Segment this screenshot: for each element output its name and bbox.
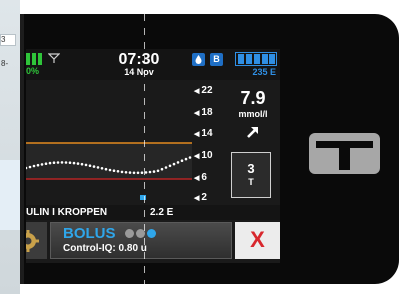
graph-range-value: 3 — [247, 161, 255, 176]
cgm-reading-dot — [44, 162, 48, 165]
cgm-reading-dot — [140, 171, 144, 174]
cgm-reading-dot — [40, 163, 44, 166]
background-chip: 8- — [1, 59, 9, 68]
cgm-reading-dot — [116, 170, 120, 173]
logo-stem — [339, 148, 350, 170]
cgm-reading-dot — [68, 161, 72, 164]
cgm-reading-dot — [144, 171, 148, 174]
y-tick: ◀ 2 — [194, 192, 207, 203]
cgm-reading-dot — [136, 171, 140, 175]
cgm-reading-dot — [108, 168, 112, 172]
cgm-reading-dot — [60, 161, 64, 164]
iob-value: 2.2 E — [150, 207, 174, 218]
cgm-reading-dot — [148, 170, 152, 174]
glucose-value: 7.9 — [240, 88, 266, 108]
y-tick: ◀ 14 — [194, 128, 213, 139]
cgm-reading-dot — [164, 166, 168, 169]
cgm-reading-dot — [76, 162, 80, 165]
cgm-reading-dot — [28, 165, 32, 169]
iob-label: ULIN I KROPPEN — [26, 207, 108, 218]
cgm-reading-dot — [100, 167, 104, 170]
insulin-reservoir-icon — [235, 52, 277, 66]
signal-icon — [48, 53, 60, 63]
cgm-reading-dot — [188, 156, 192, 159]
cgm-reading-dot — [84, 163, 88, 167]
y-tick: ◀ 18 — [194, 107, 213, 118]
trend-arrow-icon — [247, 127, 258, 138]
graph-range-button[interactable]: 3 T — [231, 152, 271, 198]
clock-time: 07:30 — [118, 51, 160, 68]
logo-bar — [316, 141, 373, 148]
cgm-reading-dot — [128, 171, 132, 174]
cgm-graph-plot — [26, 142, 192, 200]
pump-battery-percent: 0% — [26, 66, 40, 76]
status-bar: 0% 07:30 14 Nov B 235 E — [26, 49, 280, 80]
cgm-reading-dot — [184, 157, 188, 161]
gear-icon — [26, 230, 39, 252]
y-tick: ◀ 6 — [194, 172, 207, 183]
b-badge-icon: B — [210, 53, 223, 66]
cgm-reading-dot — [124, 171, 128, 174]
cgm-reading-dot — [112, 169, 116, 172]
graph-range-unit: T — [248, 177, 254, 187]
cgm-reading-dot — [56, 161, 60, 164]
y-tick: ◀ 22 — [194, 85, 213, 96]
cgm-reading-dot — [80, 162, 84, 166]
cgm-reading-dot — [32, 164, 36, 168]
glucose-unit: mmol/l — [238, 109, 268, 119]
cgm-reading-dot — [152, 170, 156, 173]
glucose-reading: 7.9 mmol/l — [226, 80, 280, 142]
background-tint — [0, 160, 20, 230]
background-chip: 3 — [0, 34, 16, 46]
device-edge — [20, 14, 24, 284]
pump-screen: 0% 07:30 14 Nov B 235 E ◀ 22 ◀ 18 ◀ 14 ◀… — [26, 49, 280, 263]
pump-battery-icon — [26, 53, 43, 65]
cgm-reading-dot — [180, 159, 184, 162]
cgm-reading-dot — [120, 170, 124, 174]
cgm-reading-dot — [168, 164, 172, 168]
cgm-reading-dot — [160, 167, 164, 171]
cgm-reading-dot — [156, 169, 160, 173]
center-guide-line — [144, 0, 145, 294]
target-range-band — [26, 143, 192, 179]
cgm-reading-dot — [104, 167, 108, 171]
clock-date: 14 Nov — [124, 67, 154, 77]
insulin-units-remaining: 235 E — [252, 67, 276, 77]
bolus-progress-dots — [125, 229, 165, 239]
cancel-button[interactable]: X — [235, 222, 280, 259]
water-drop-icon — [192, 53, 205, 66]
tandem-logo-icon — [309, 133, 380, 174]
cgm-reading-dot — [52, 161, 56, 164]
cgm-reading-dot — [176, 161, 180, 164]
bolus-marker — [140, 195, 146, 200]
cgm-reading-dot — [88, 164, 92, 167]
y-tick: ◀ 10 — [194, 150, 213, 161]
background-window-edge: 3 8- — [0, 0, 20, 294]
insulin-on-board: ULIN I KROPPEN 2.2 E — [26, 205, 280, 220]
cgm-reading-dot — [172, 162, 176, 166]
graph-y-axis: ◀ 22 ◀ 18 ◀ 14 ◀ 10 ◀ 6 ◀ 2 — [192, 80, 224, 204]
options-button[interactable] — [26, 222, 47, 259]
cgm-reading-dot — [36, 163, 40, 167]
bolus-title: BOLUS — [63, 225, 116, 242]
cgm-reading-dot — [64, 161, 68, 164]
cgm-reading-dot — [92, 165, 96, 168]
cgm-graph[interactable] — [26, 80, 192, 200]
close-icon: X — [250, 227, 265, 252]
cgm-reading-dot — [132, 171, 136, 175]
bolus-subtitle: Control-IQ: 0.80 u — [63, 243, 147, 254]
cgm-reading-dot — [72, 161, 76, 165]
cgm-reading-dot — [48, 161, 52, 165]
cgm-reading-dot — [96, 166, 100, 169]
bolus-button[interactable]: BOLUS Control-IQ: 0.80 u — [50, 222, 232, 259]
